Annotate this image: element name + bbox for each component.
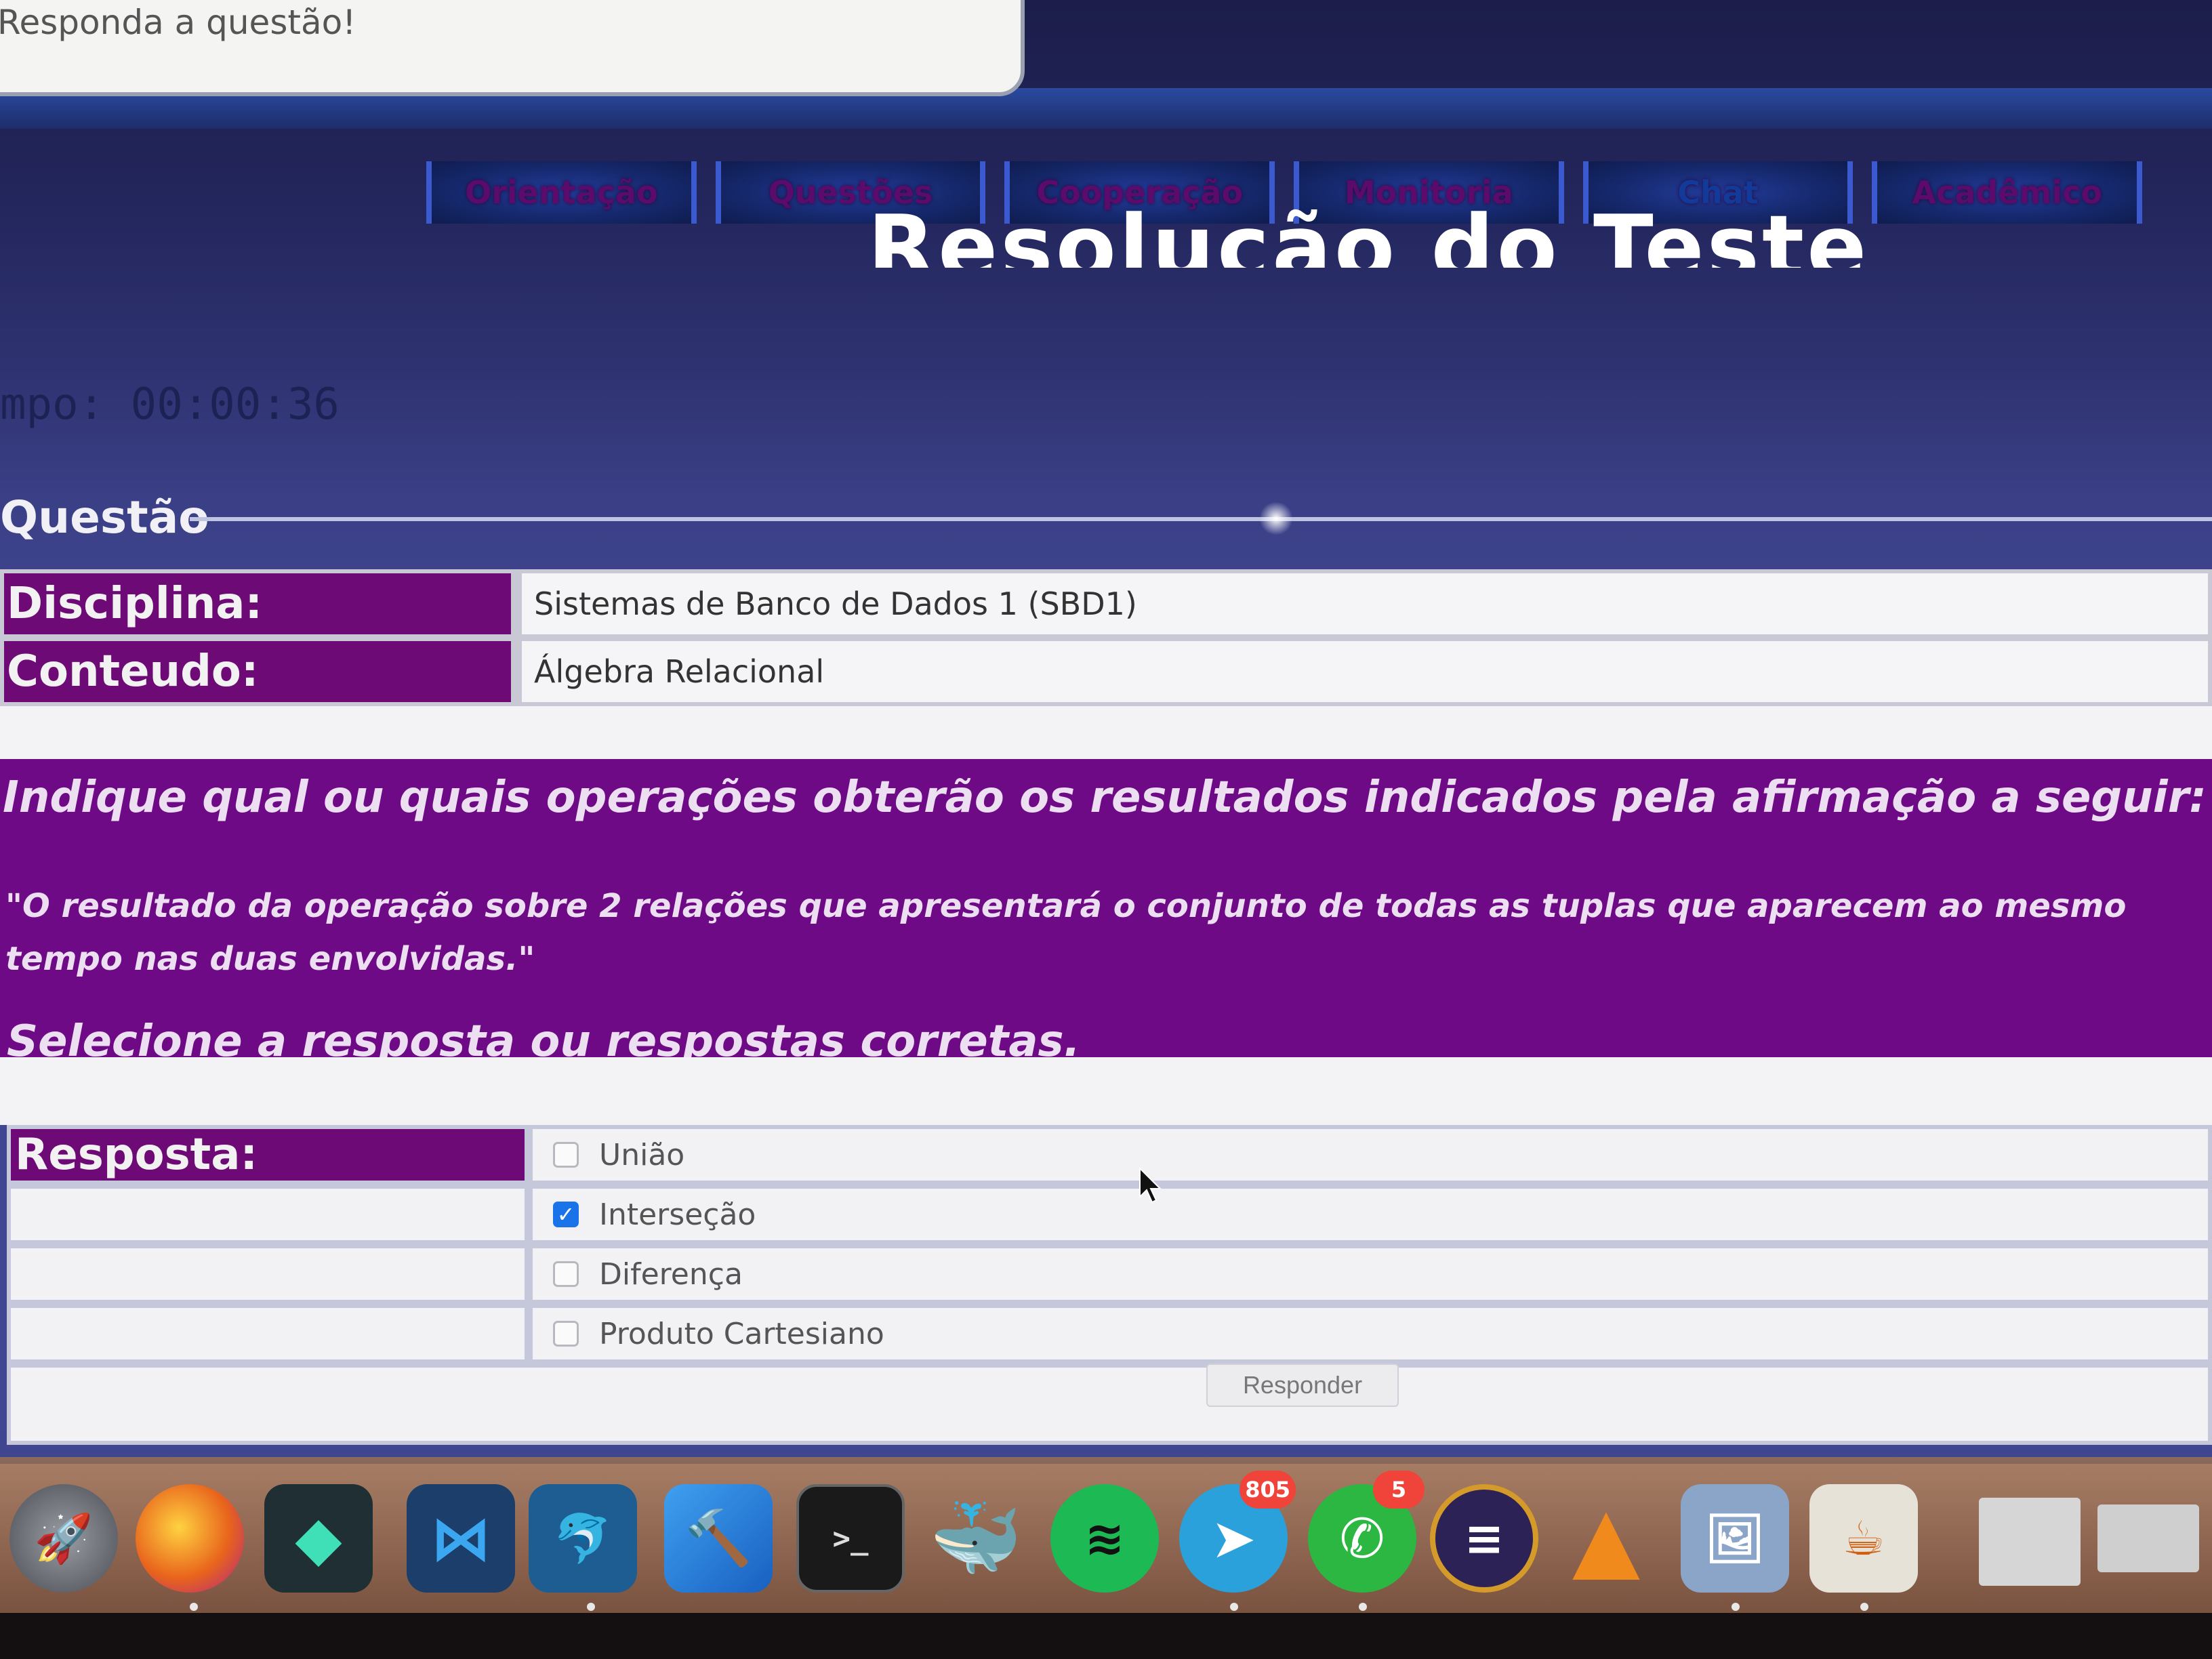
- content-row: Conteudo: Álgebra Relacional: [0, 637, 2212, 706]
- option-row-spacer: [7, 1244, 529, 1304]
- option-row: Resposta: União: [7, 1125, 2212, 1185]
- checkbox-intersecao[interactable]: ✓: [553, 1202, 579, 1227]
- running-indicator: [1230, 1603, 1238, 1611]
- whatsapp-badge: 5: [1373, 1471, 1425, 1509]
- option-label: Produto Cartesiano: [599, 1316, 884, 1351]
- discipline-row: Disciplina: Sistemas de Banco de Dados 1…: [0, 569, 2212, 638]
- option-produto-cartesiano[interactable]: Produto Cartesiano: [529, 1304, 2212, 1364]
- telegram-badge: 805: [1240, 1471, 1296, 1509]
- spotify-icon[interactable]: ≋: [1050, 1484, 1159, 1593]
- option-label: Diferença: [599, 1256, 743, 1292]
- running-indicator: [587, 1603, 595, 1611]
- option-intersecao[interactable]: ✓ Interseção: [529, 1185, 2212, 1244]
- checkbox-diferenca[interactable]: [553, 1261, 579, 1287]
- running-indicator: [190, 1603, 198, 1611]
- tooltip-text: Responda a questão!: [0, 3, 356, 42]
- answer-label: Resposta:: [7, 1125, 529, 1185]
- legend-glow: [1259, 501, 1293, 535]
- tab-academico[interactable]: Acadêmico: [1872, 161, 2143, 224]
- tab-orientacao[interactable]: Orientação: [426, 161, 697, 224]
- spacer-band: [0, 706, 2212, 759]
- option-uniao[interactable]: União: [529, 1125, 2212, 1185]
- preview-icon[interactable]: 🖼: [1681, 1484, 1789, 1593]
- spacer-band-2: [0, 1057, 2212, 1125]
- submit-row: [7, 1364, 2212, 1445]
- option-row-spacer: [7, 1185, 529, 1244]
- option-row: ✓ Interseção: [7, 1185, 2212, 1244]
- mysql-workbench-icon[interactable]: 🐬: [529, 1484, 637, 1593]
- option-label: Interseção: [599, 1197, 756, 1232]
- submit-button[interactable]: Responder: [1206, 1364, 1399, 1407]
- browser-screen: Responda a questão! Orientação Questões …: [0, 0, 2212, 1659]
- whatsapp-icon[interactable]: ✆ 5: [1308, 1471, 1425, 1593]
- alert-tooltip: Responda a questão!: [0, 0, 1025, 96]
- running-indicator: [1860, 1603, 1868, 1611]
- vlc-window-thumbnail-icon[interactable]: [2097, 1504, 2199, 1572]
- running-indicator: [1359, 1603, 1367, 1611]
- telegram-icon[interactable]: ➤ 805: [1179, 1471, 1296, 1593]
- checkbox-uniao[interactable]: [553, 1142, 579, 1168]
- java-icon[interactable]: ☕: [1809, 1484, 1918, 1593]
- firefox-icon[interactable]: [136, 1484, 244, 1593]
- content-label: Conteudo:: [0, 637, 515, 706]
- answer-options: Resposta: União ✓ Interseção Diferença P…: [7, 1125, 2212, 1364]
- eclipse-icon[interactable]: ≡: [1430, 1484, 1538, 1593]
- legend-divider: [190, 517, 2212, 521]
- discipline-value: Sistemas de Banco de Dados 1 (SBD1): [515, 569, 2212, 638]
- xcode-icon[interactable]: 🔨: [664, 1484, 773, 1593]
- vlc-icon[interactable]: ▲: [1552, 1484, 1660, 1593]
- question-legend: Questão: [0, 491, 209, 544]
- running-indicator: [1732, 1603, 1740, 1611]
- docker-icon[interactable]: 🐳: [922, 1484, 1030, 1593]
- finder-window-thumbnail-icon[interactable]: [1979, 1498, 2081, 1586]
- timer: mpo: 00:00:36: [0, 380, 340, 430]
- vscode-icon[interactable]: ⋈: [407, 1484, 515, 1593]
- discipline-label: Disciplina:: [0, 569, 515, 638]
- page-title: Resolução do Teste: [867, 203, 1870, 268]
- filmora-icon[interactable]: ◆: [264, 1484, 373, 1593]
- mouse-cursor-icon: [1139, 1167, 1162, 1204]
- question-prompt: Indique qual ou quais operações obterão …: [3, 773, 2207, 823]
- option-row: Diferença: [7, 1244, 2212, 1304]
- option-label: União: [599, 1137, 685, 1172]
- option-row: Produto Cartesiano: [7, 1304, 2212, 1364]
- dock-bottom: [0, 1613, 2212, 1659]
- question-statement: "O resultado da operação sobre 2 relaçõe…: [5, 887, 2127, 978]
- launchpad-icon[interactable]: 🚀: [9, 1484, 118, 1593]
- content-value: Álgebra Relacional: [515, 637, 2212, 706]
- terminal-icon[interactable]: >_: [796, 1484, 905, 1593]
- option-diferenca[interactable]: Diferença: [529, 1244, 2212, 1304]
- option-row-spacer: [7, 1304, 529, 1364]
- checkbox-produto-cartesiano[interactable]: [553, 1321, 579, 1347]
